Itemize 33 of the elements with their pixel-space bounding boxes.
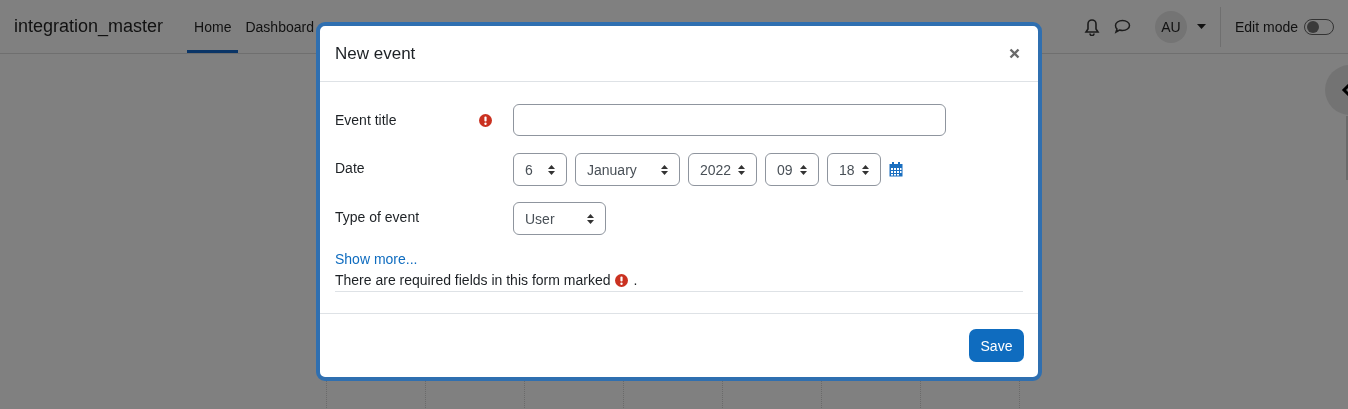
save-button[interactable]: Save	[969, 329, 1024, 362]
sort-arrows-icon	[661, 164, 668, 175]
sort-arrows-icon	[587, 213, 594, 224]
dropdown-select[interactable]: User	[513, 202, 606, 235]
dropdown-select[interactable]: 2022	[688, 153, 757, 186]
required-icon	[479, 113, 492, 127]
dropdown-select[interactable]: January	[575, 153, 680, 186]
show-more-link[interactable]: Show more...	[335, 251, 1023, 267]
dropdown-select[interactable]: 6	[513, 153, 567, 186]
chevron-left-icon	[1341, 83, 1348, 97]
calendar-icon[interactable]	[889, 162, 903, 177]
event-title-field[interactable]	[513, 104, 946, 136]
field-label: Type of event	[335, 208, 421, 225]
dropdown-select[interactable]: 09	[765, 153, 819, 186]
edit-mode-label: Edit mode	[1234, 18, 1298, 35]
sort-arrows-icon	[548, 164, 555, 175]
nav-link[interactable]: Home	[187, 0, 239, 53]
dropdown-select[interactable]: 18	[827, 153, 881, 186]
sort-arrows-icon	[862, 164, 869, 175]
field-label: Event title	[335, 112, 398, 128]
close-icon[interactable]	[1009, 48, 1020, 59]
site-name[interactable]: integration_master	[14, 16, 164, 37]
dialog-title: New event	[335, 43, 416, 64]
chat-icon[interactable]	[1113, 19, 1131, 34]
required-note-text: There are required fields in this form marked	[335, 272, 611, 288]
period-text: .	[633, 272, 638, 288]
sort-arrows-icon	[800, 164, 807, 175]
bell-icon[interactable]	[1083, 17, 1100, 36]
user-avatar[interactable]: AU	[1154, 10, 1187, 43]
required-icon	[615, 273, 629, 287]
sort-arrows-icon	[738, 164, 745, 175]
field-label: Date	[335, 159, 366, 176]
caret-icon[interactable]	[1196, 24, 1206, 29]
